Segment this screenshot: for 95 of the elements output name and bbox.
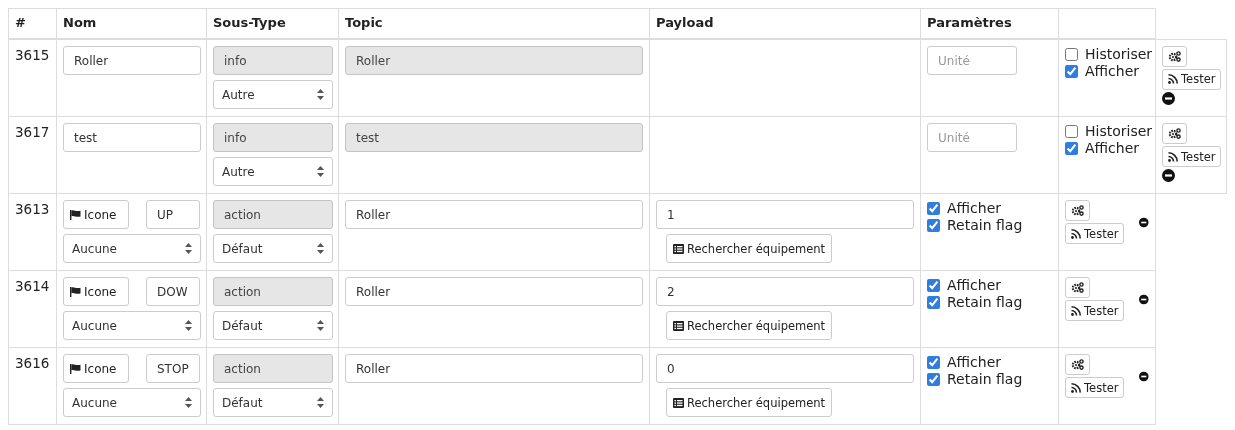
updown-arrows-icon [317,243,324,254]
gears-icon [1071,359,1084,370]
checkbox[interactable] [927,218,940,232]
search-equipment-button[interactable]: Rechercher équipement [666,311,833,340]
rss-icon [1071,305,1081,316]
remove-icon[interactable] [1139,369,1149,383]
dropdown[interactable]: Défaut [213,388,333,417]
checkbox[interactable] [927,295,940,309]
dropdown[interactable]: Aucune [63,234,201,263]
checkbox[interactable] [927,278,940,292]
settings-button[interactable] [1162,45,1187,67]
settings-button[interactable] [1065,354,1090,375]
name-field[interactable]: test [63,123,201,152]
checkbox[interactable] [927,372,940,386]
test-button[interactable]: Tester [1065,377,1125,398]
row-id: 3613 [8,193,57,271]
checkbox-label[interactable]: Retain flag [927,294,1052,310]
settings-button[interactable] [1162,123,1187,144]
column-header: Nom [56,8,207,39]
checkbox-label[interactable]: Retain flag [927,217,1052,233]
checkbox[interactable] [1065,124,1078,138]
gears-icon [1071,205,1084,216]
updown-arrows-icon [317,320,324,331]
test-button[interactable]: Tester [1065,300,1125,321]
dropdown[interactable]: Autre [213,80,333,109]
checkbox-label[interactable]: Afficher [1065,140,1149,156]
checkbox[interactable] [1065,47,1078,61]
checkbox-label[interactable]: Afficher [927,354,1052,370]
rss-icon [1071,228,1081,239]
updown-arrows-icon [185,243,192,254]
updown-arrows-icon [317,166,324,177]
dropdown[interactable]: Défaut [213,234,333,263]
test-button[interactable]: Tester [1162,68,1222,90]
column-header: Payload [649,8,921,39]
rss-icon [1168,151,1178,162]
remove-icon[interactable] [1162,169,1175,182]
name-field[interactable]: DOW [146,277,200,306]
dropdown[interactable]: Aucune [63,311,201,340]
name-field[interactable]: UP [146,200,200,229]
column-header: # [8,8,57,39]
topic-field[interactable]: Roller [345,200,643,229]
updown-arrows-icon [185,320,192,331]
payload-field[interactable]: 0 [656,354,914,383]
flag-icon [70,286,81,297]
dropdown[interactable]: Autre [213,157,333,186]
rss-icon [1071,382,1081,393]
settings-button[interactable] [1065,200,1090,221]
checkbox[interactable] [927,201,940,215]
updown-arrows-icon [317,89,324,100]
column-header: Sous-Type [206,8,339,39]
topic-field[interactable]: Roller [345,277,643,306]
search-equipment-button[interactable]: Rechercher équipement [666,234,833,263]
checkbox-label[interactable]: Afficher [1065,63,1149,79]
list-icon [673,320,684,331]
row-id: 3614 [8,270,57,348]
checkbox-label[interactable]: Retain flag [927,371,1052,387]
dropdown[interactable]: Défaut [213,311,333,340]
remove-icon[interactable] [1139,292,1149,306]
payload-field[interactable]: 2 [656,277,914,306]
updown-arrows-icon [185,397,192,408]
column-header: Topic [338,8,650,39]
test-button[interactable]: Tester [1162,146,1222,167]
row-id: 3616 [8,347,57,425]
unit-field[interactable]: Unité [927,123,1017,152]
gears-icon [1168,50,1181,62]
list-icon [673,397,684,408]
list-icon [673,243,684,254]
name-field[interactable]: Roller [63,46,201,75]
name-field[interactable]: STOP [146,354,200,383]
remove-icon[interactable] [1162,91,1175,105]
row-id: 3615 [8,39,57,117]
gears-icon [1168,128,1181,139]
icon-button[interactable]: Icone [63,354,129,383]
checkbox-label[interactable]: Afficher [927,200,1052,216]
checkbox[interactable] [927,355,940,369]
checkbox-label[interactable]: Afficher [927,277,1052,293]
icon-button[interactable]: Icone [63,277,129,306]
remove-icon[interactable] [1139,215,1149,229]
flag-icon [70,209,81,220]
settings-button[interactable] [1065,277,1090,298]
checkbox[interactable] [1065,141,1078,155]
gears-icon [1071,282,1084,293]
column-header: Paramètres [920,8,1059,39]
dropdown[interactable]: Aucune [63,388,201,417]
payload-field[interactable]: 1 [656,200,914,229]
topic-field[interactable]: Roller [345,354,643,383]
unit-field[interactable]: Unité [927,46,1017,75]
updown-arrows-icon [317,397,324,408]
rss-icon [1168,74,1178,84]
flag-icon [70,363,81,374]
search-equipment-button[interactable]: Rechercher équipement [666,388,833,417]
icon-button[interactable]: Icone [63,200,129,229]
checkbox[interactable] [1065,64,1078,78]
row-id: 3617 [8,116,57,194]
test-button[interactable]: Tester [1065,223,1125,244]
